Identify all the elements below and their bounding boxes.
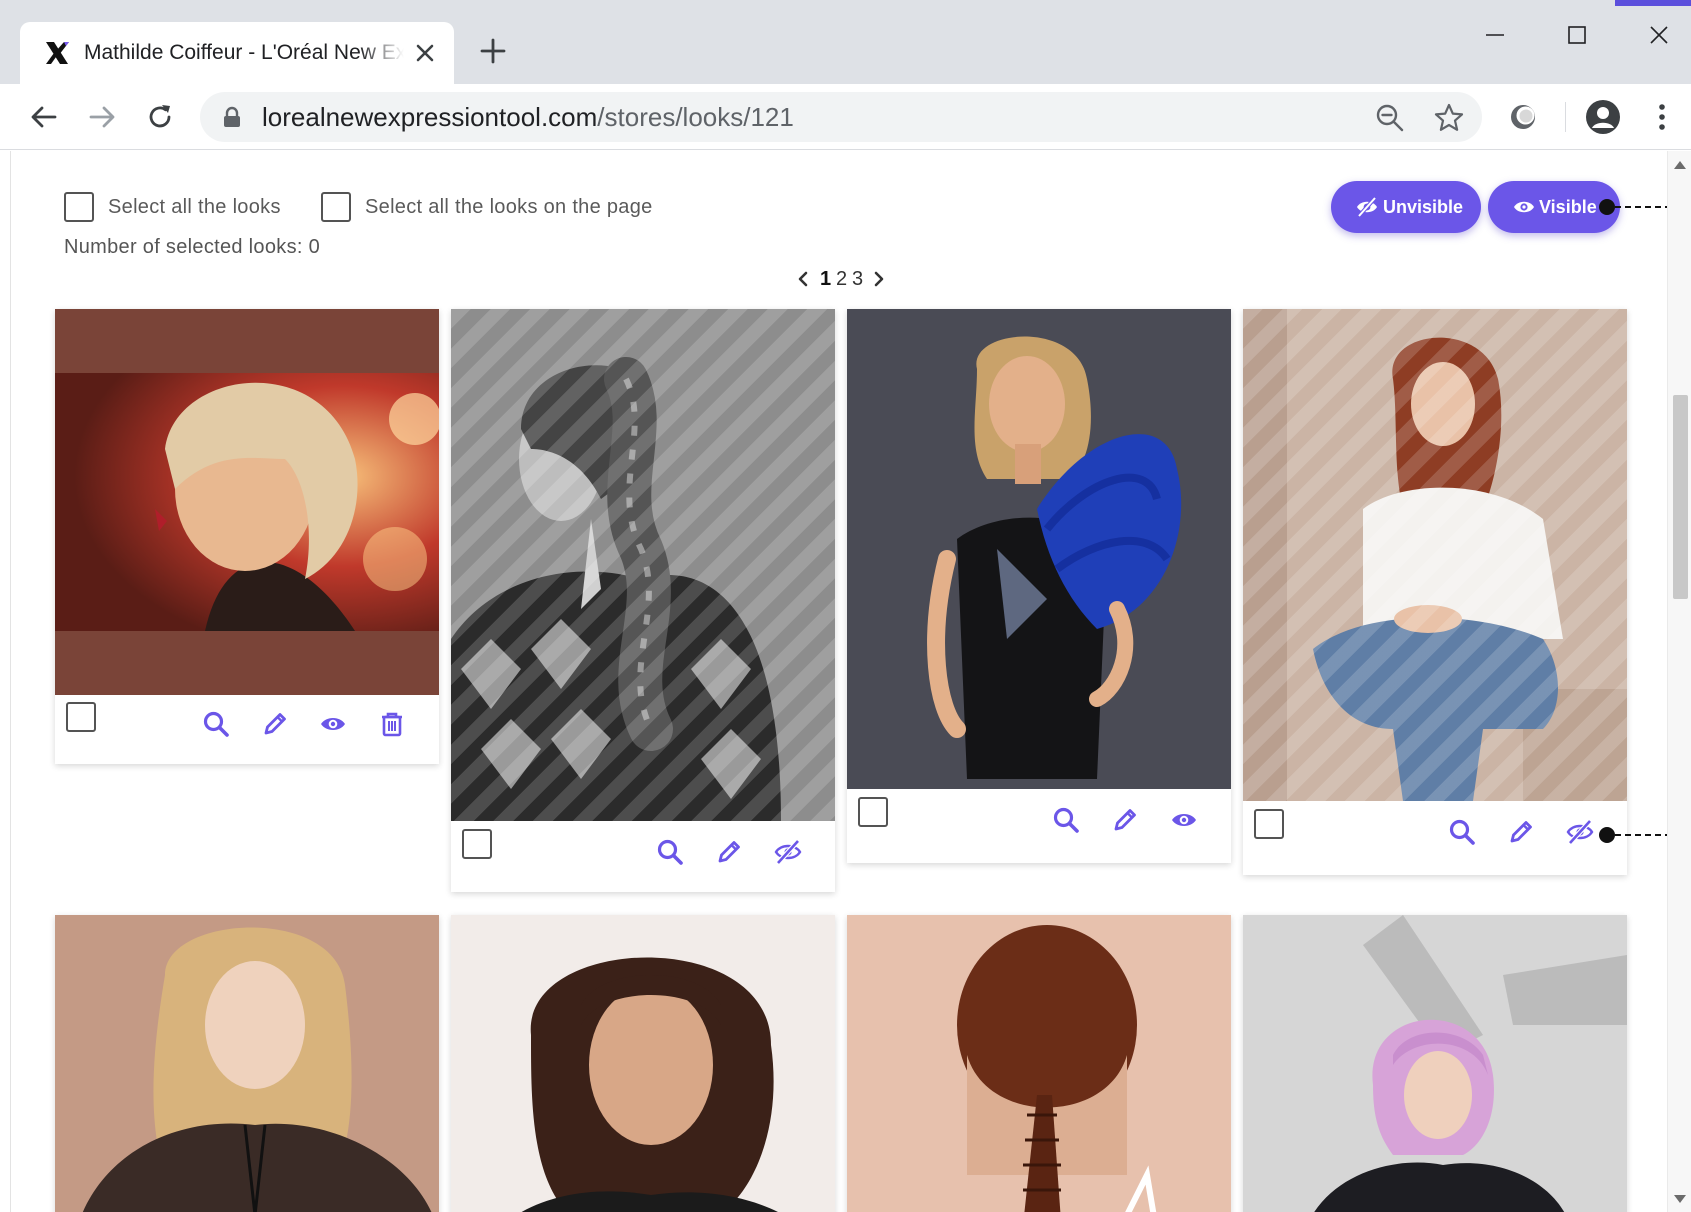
page-2-link[interactable]: 2 — [836, 264, 847, 294]
url-host: lorealnewexpressiontool.com — [262, 102, 598, 132]
profile-avatar-icon[interactable] — [1584, 98, 1622, 136]
profile-accent-strip — [1615, 0, 1691, 6]
visible-label: Visible — [1539, 197, 1597, 217]
extension-icon[interactable] — [1504, 98, 1542, 136]
selected-count-label: Number of selected looks: — [64, 236, 303, 258]
scroll-up-arrow-icon[interactable] — [1674, 161, 1686, 169]
look-card — [1243, 915, 1627, 1212]
forward-arrow-icon[interactable] — [85, 100, 119, 134]
prev-page-chevron-icon[interactable] — [796, 271, 810, 287]
selected-count-value: 0 — [308, 236, 321, 258]
select-page-looks-checkbox[interactable] — [321, 192, 351, 222]
look-card — [451, 309, 835, 892]
scroll-down-arrow-icon[interactable] — [1674, 1195, 1686, 1203]
look-photo[interactable] — [847, 915, 1231, 1212]
more-menu-icon[interactable] — [1643, 98, 1681, 136]
vertical-scrollbar[interactable] — [1667, 151, 1691, 1212]
tab-strip: Mathilde Coiffeur - L'Oréal New Expressi… — [0, 0, 1691, 84]
hidden-look-overlay — [1243, 309, 1627, 801]
browser-window: Mathilde Coiffeur - L'Oréal New Expressi… — [0, 0, 1691, 1212]
edit-pencil-icon[interactable] — [1507, 818, 1535, 846]
edit-pencil-icon[interactable] — [715, 838, 743, 866]
look-select-checkbox[interactable] — [858, 797, 888, 827]
look-photo[interactable] — [55, 309, 439, 695]
eye-slash-icon[interactable] — [1566, 818, 1594, 846]
look-card — [451, 915, 835, 1212]
search-icon[interactable] — [1052, 806, 1080, 834]
page-content: Select all the looks Select all the look… — [0, 151, 1691, 1212]
site-favicon-icon — [46, 42, 69, 64]
page-1-link[interactable]: 1 — [820, 264, 831, 294]
eye-slash-icon[interactable] — [774, 838, 802, 866]
look-select-checkbox[interactable] — [66, 702, 96, 732]
select-all-looks-checkbox[interactable] — [64, 192, 94, 222]
selected-looks-count: Number of selected looks: 0 — [64, 233, 320, 261]
eye-icon[interactable] — [319, 710, 347, 738]
browser-tab[interactable]: Mathilde Coiffeur - L'Oréal New Expressi… — [20, 22, 454, 84]
url-path: /stores/looks/121 — [597, 102, 794, 132]
look-photo[interactable] — [451, 915, 835, 1212]
search-icon[interactable] — [1448, 818, 1476, 846]
close-tab-icon[interactable] — [412, 40, 438, 66]
browser-toolbar: lorealnewexpressiontool.com/stores/looks… — [0, 84, 1691, 150]
eye-icon[interactable] — [1170, 806, 1198, 834]
look-card — [55, 915, 439, 1212]
reload-icon[interactable] — [143, 100, 177, 134]
page-3-link[interactable]: 3 — [852, 264, 863, 294]
new-tab-icon[interactable] — [478, 36, 508, 66]
trash-icon[interactable] — [378, 710, 406, 738]
maximize-window-icon[interactable] — [1560, 18, 1594, 52]
look-photo[interactable] — [1243, 309, 1627, 801]
callout-dot-hidden — [1599, 827, 1615, 843]
bookmark-star-icon[interactable] — [1433, 102, 1465, 134]
look-photo[interactable] — [451, 309, 835, 821]
search-icon[interactable] — [656, 838, 684, 866]
look-card — [847, 915, 1231, 1212]
address-bar[interactable]: lorealnewexpressiontool.com/stores/looks… — [200, 92, 1482, 142]
zoom-out-icon[interactable] — [1374, 102, 1406, 134]
callout-dot-visible — [1599, 199, 1615, 215]
content-left-border — [10, 151, 11, 1212]
look-card — [1243, 309, 1627, 875]
url-text[interactable]: lorealnewexpressiontool.com/stores/looks… — [262, 102, 794, 132]
look-select-checkbox[interactable] — [1254, 809, 1284, 839]
tab-title: Mathilde Coiffeur - L'Oréal New Expressi… — [84, 41, 404, 64]
hidden-look-overlay — [451, 309, 835, 821]
search-icon[interactable] — [202, 710, 230, 738]
look-select-checkbox[interactable] — [462, 829, 492, 859]
select-all-looks-label: Select all the looks — [108, 196, 281, 218]
next-page-chevron-icon[interactable] — [872, 271, 886, 287]
toolbar-separator — [1565, 102, 1566, 132]
edit-pencil-icon[interactable] — [1111, 806, 1139, 834]
unvisible-button[interactable]: Unvisible — [1331, 181, 1481, 233]
minimize-window-icon[interactable] — [1478, 18, 1512, 52]
look-card — [55, 309, 439, 764]
lock-icon — [224, 106, 240, 127]
scroll-thumb[interactable] — [1673, 395, 1688, 599]
select-page-looks-label: Select all the looks on the page — [365, 196, 653, 218]
edit-pencil-icon[interactable] — [261, 710, 289, 738]
look-photo[interactable] — [847, 309, 1231, 789]
look-photo[interactable] — [1243, 915, 1627, 1212]
unvisible-label: Unvisible — [1383, 197, 1464, 217]
back-arrow-icon[interactable] — [27, 100, 61, 134]
close-window-icon[interactable] — [1642, 18, 1676, 52]
look-card — [847, 309, 1231, 863]
eye-slash-icon — [1357, 197, 1377, 217]
eye-icon — [1514, 201, 1534, 213]
look-photo[interactable] — [55, 915, 439, 1212]
